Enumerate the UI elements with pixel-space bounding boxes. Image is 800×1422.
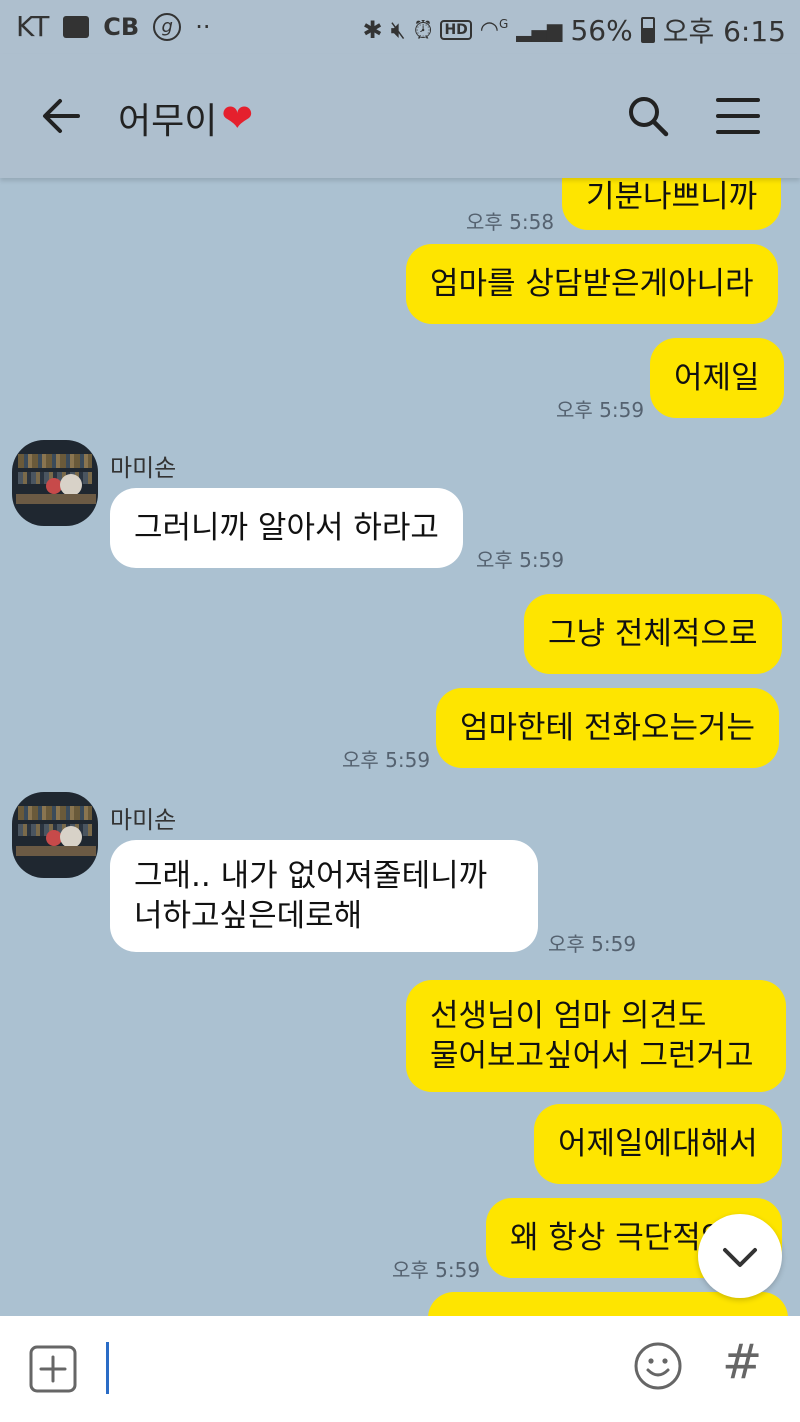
chat-title: 어무이 ❤: [118, 92, 253, 144]
message-text-line: 너하고싶은데로해: [134, 898, 363, 934]
search-icon: [629, 97, 669, 137]
chat-message-list[interactable]: 기분나쁘니까 오후 5:58 엄마를 상담받은게아니라 어제일 오후 5:59 …: [0, 178, 800, 1316]
sender-name: 마미손: [110, 454, 177, 482]
message-time: 오후 5:59: [556, 398, 645, 422]
chat-header: 어무이 ❤: [0, 54, 800, 178]
message-time: 오후 5:59: [392, 1258, 481, 1282]
my-message-bubble[interactable]: 엄마한테 전화오는거는: [436, 688, 780, 768]
text-cursor: [106, 1342, 109, 1394]
friend-message-bubble[interactable]: 그러니까 알아서 하라고: [110, 488, 463, 568]
hamburger-menu-icon: [716, 98, 760, 134]
scroll-to-bottom-button[interactable]: [698, 1214, 782, 1298]
avatar[interactable]: [12, 440, 98, 526]
heart-icon: ❤: [221, 96, 254, 140]
more-notifications-icon: ··: [195, 12, 211, 41]
message-time: 오후 5:59: [342, 748, 431, 772]
status-bar: KT CB g ·· ✱ 🔇︎ ⏰︎ HD ◠G ▂▄▆ 56% 오후 6:15: [0, 0, 800, 54]
message-time: 오후 5:58: [466, 210, 555, 234]
emoji-button[interactable]: [632, 1340, 684, 1392]
signal-icon: ▂▄▆: [516, 18, 563, 42]
attach-button[interactable]: [28, 1344, 78, 1394]
my-message-bubble[interactable]: 기분나쁘니까: [562, 178, 782, 230]
friend-message-bubble[interactable]: 그래.. 내가 없어져줄테니까 너하고싶은데로해: [110, 840, 538, 952]
avatar[interactable]: [12, 792, 98, 878]
sender-name: 마미손: [110, 806, 177, 834]
message-time: 오후 5:59: [548, 932, 637, 956]
cb-label: CB: [103, 12, 140, 41]
plus-box-icon: [29, 1345, 77, 1393]
clock: 오후 6:15: [662, 15, 786, 48]
gallery-notification-icon: [63, 15, 90, 38]
message-time: 오후 5:59: [476, 548, 565, 572]
message-text: 엄마한테 전화오는거는: [460, 710, 756, 746]
back-button[interactable]: [38, 92, 86, 140]
chat-title-text: 어무이: [118, 101, 218, 142]
my-message-bubble[interactable]: 선생님이 엄마 의견도 물어보고싶어서 그런거고: [406, 980, 786, 1092]
battery-percent: 56%: [570, 13, 633, 47]
chevron-down-icon: [723, 1248, 757, 1267]
smiley-icon: [634, 1342, 682, 1390]
message-text-line: 물어보고싶어서 그런거고: [430, 1038, 754, 1074]
g-app-icon: g: [153, 12, 182, 41]
my-message-bubble[interactable]: 엄마를 상담받은게아니라: [406, 244, 778, 324]
hd-voice-icon: HD: [440, 20, 472, 40]
message-text: 그러니까 알아서 하라고: [134, 510, 439, 546]
message-text: 어제일에대해서: [558, 1126, 758, 1162]
alarm-icon: ⏰︎: [413, 16, 433, 44]
hashtag-search-button[interactable]: #: [722, 1334, 762, 1390]
wifi-icon: ◠G: [479, 17, 509, 43]
mute-icon: 🔇︎: [390, 16, 406, 44]
my-message-bubble[interactable]: 어제일: [650, 338, 784, 418]
bluetooth-icon: ✱: [362, 16, 383, 44]
message-text: 어제일: [674, 360, 760, 396]
battery-icon: [640, 17, 655, 43]
back-arrow-icon: [43, 99, 80, 133]
message-text-line: 선생님이 엄마 의견도: [430, 998, 707, 1034]
message-text: 그냥 전체적으로: [548, 616, 758, 652]
message-input[interactable]: [112, 1336, 612, 1400]
search-button[interactable]: [624, 92, 672, 140]
carrier-label: KT: [16, 10, 50, 43]
my-message-bubble[interactable]: 그냥 전체적으로: [524, 594, 782, 674]
menu-button[interactable]: [714, 92, 762, 140]
message-input-bar: #: [0, 1316, 800, 1422]
message-text: 엄마를 상담받은게아니라: [430, 266, 754, 302]
message-text-line: 그래.. 내가 없어져줄테니까: [134, 858, 488, 894]
my-message-bubble[interactable]: 어제일에대해서: [534, 1104, 782, 1184]
message-text: 기분나쁘니까: [586, 179, 758, 215]
